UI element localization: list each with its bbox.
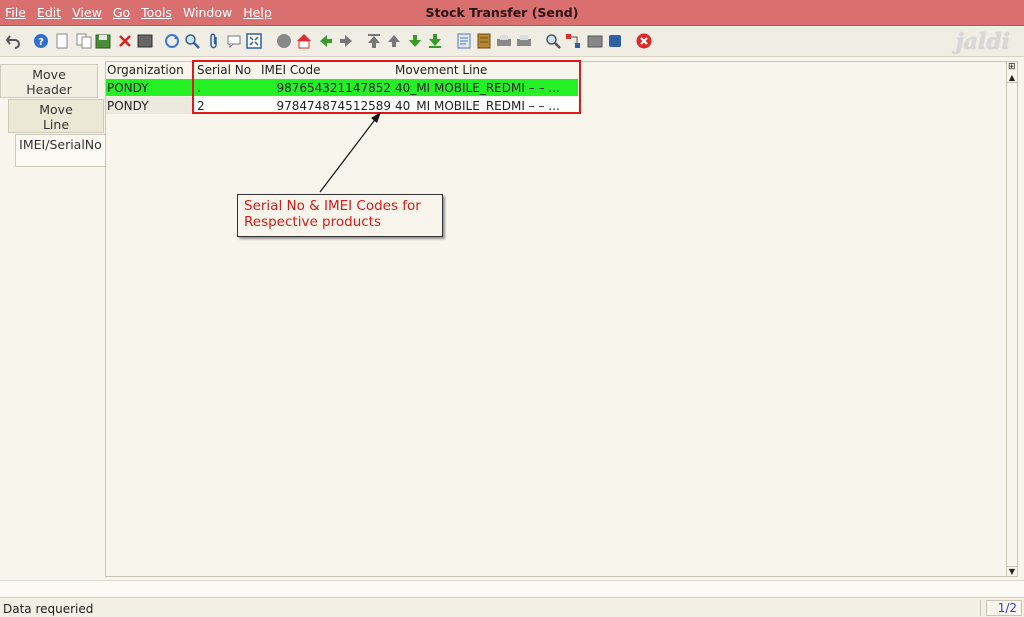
find-icon[interactable] [184,33,200,49]
info-bar [0,580,1024,596]
close-window-icon[interactable] [636,33,652,49]
attachment-icon[interactable] [206,33,222,49]
window-title: Stock Transfer (Send) [425,5,579,20]
copy-record-icon[interactable] [76,33,92,49]
record-counter[interactable]: 1/2 [986,600,1022,616]
tab-label: Move [32,67,66,82]
status-message: Data requeried [3,602,94,616]
svg-text:?: ? [38,37,44,48]
vertical-scrollbar[interactable]: ⊞ ▲ ▼ [1006,62,1017,576]
column-header-organization[interactable]: Organization [107,63,184,77]
first-record-icon[interactable] [366,33,382,49]
scroll-down-icon[interactable]: ▼ [1007,566,1017,576]
forward-icon[interactable] [338,33,354,49]
print-preview-icon[interactable] [496,33,512,49]
archive-icon[interactable] [476,33,492,49]
sync-icon[interactable] [137,33,153,49]
brand-logo: jaldi [955,29,1010,55]
new-record-icon[interactable] [54,33,70,49]
annotation-callout: Serial No & IMEI Codes for Respective pr… [237,194,443,237]
workflow-icon[interactable] [565,33,581,49]
print-icon[interactable] [516,33,532,49]
last-record-icon[interactable] [427,33,443,49]
status-divider [980,600,984,616]
title-bar: File Edit View Go Tools Window Help Stoc… [0,0,1024,26]
highlight-box [192,60,581,114]
tab-imei-serialno[interactable]: IMEI/SerialNo [15,134,105,167]
refresh-icon[interactable] [164,33,180,49]
product-info-icon[interactable] [587,33,603,49]
grid-menu-icon[interactable]: ⊞ [1008,63,1016,72]
save-db-icon[interactable] [607,33,623,49]
status-bar: Data requeried 1/2 [0,597,1024,617]
chat-icon[interactable] [226,33,242,49]
tab-label: IMEI/SerialNo [19,137,102,152]
zoom-fit-icon[interactable] [246,33,262,49]
tab-label: Move [39,102,73,117]
callout-text: Respective products [244,214,381,230]
report-icon[interactable] [456,33,472,49]
undo-icon[interactable] [5,33,21,49]
back-icon[interactable] [318,33,334,49]
toolbar: ? jaldi [0,27,1024,57]
cell-organization: PONDY [107,81,149,95]
tab-label: Header [26,82,72,97]
tab-label: Line [42,117,70,132]
scroll-up-icon[interactable]: ▲ [1007,73,1017,83]
save-icon[interactable] [95,33,111,49]
delete-icon[interactable] [117,33,133,49]
callout-text: Serial No & IMEI Codes for [244,198,421,214]
cell-organization: PONDY [107,99,149,113]
tab-move-line[interactable]: Move Line [8,99,104,133]
tab-move-header[interactable]: Move Header [0,64,98,98]
zoom-across-icon[interactable] [545,33,561,49]
previous-record-icon[interactable] [386,33,402,49]
home-icon[interactable] [296,33,312,49]
history-icon[interactable] [276,33,292,49]
grid-panel: Organization Serial No IMEI Code Movemen… [105,61,1018,577]
help-icon[interactable]: ? [33,33,49,49]
next-record-icon[interactable] [407,33,423,49]
